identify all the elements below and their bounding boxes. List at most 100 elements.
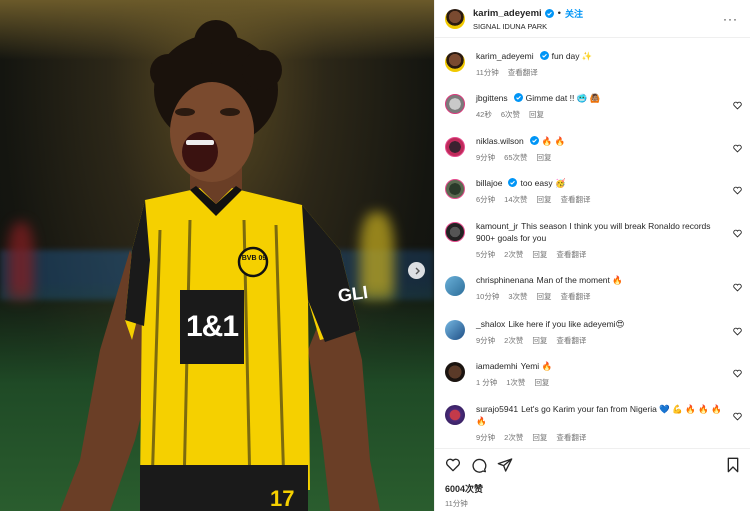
author-username[interactable]: karim_adeyemi — [473, 8, 542, 19]
caption: karim_adeyemi fun day ✨ 11分钟 查看翻译 — [445, 50, 745, 78]
sleeve-sponsor-text: GLI — [336, 282, 370, 306]
reply-button[interactable]: 回复 — [537, 152, 552, 163]
comment-username[interactable]: niklas.wilson — [476, 136, 524, 146]
comment-text: 🔥 🔥 — [541, 136, 566, 146]
comment-time[interactable]: 42秒 — [476, 109, 492, 120]
comment-username[interactable]: billajoe — [476, 178, 502, 188]
comment-likes[interactable]: 2次赞 — [504, 335, 523, 346]
comment-item: jbgittens Gimme dat !! 🥶 🙆🏽 42秒 6次赞 回复 — [445, 92, 745, 120]
commenter-avatar[interactable] — [445, 179, 465, 199]
post-time[interactable]: 11分钟 — [445, 498, 741, 509]
comment-time[interactable]: 9分钟 — [476, 432, 495, 443]
post-header: karim_adeyemi • 关注 SIGNAL IDUNA PARK ··· — [435, 0, 750, 38]
commenter-avatar[interactable] — [445, 276, 465, 296]
comment-likes[interactable]: 3次赞 — [508, 291, 527, 302]
comment-text: Gimme dat !! 🥶 🙆🏽 — [525, 93, 601, 103]
instagram-post-view: 1&1 BVB 09 GLI 17 karim_adeyemi • 关注 SIG… — [0, 0, 750, 511]
see-translation-link[interactable]: 查看翻译 — [561, 194, 591, 205]
commenter-avatar[interactable] — [445, 94, 465, 114]
comment-time[interactable]: 9分钟 — [476, 152, 495, 163]
commenter-avatar[interactable] — [445, 405, 465, 425]
comment-time[interactable]: 5分钟 — [476, 249, 495, 260]
see-translation-link[interactable]: 查看翻译 — [561, 291, 591, 302]
comment-username[interactable]: jbgittens — [476, 93, 508, 103]
reply-button[interactable]: 回复 — [529, 109, 544, 120]
comment-likes[interactable]: 1次赞 — [506, 377, 525, 388]
see-translation-link[interactable]: 查看翻译 — [508, 67, 538, 78]
caption-text: fun day ✨ — [551, 51, 593, 61]
like-comment-heart-icon[interactable] — [733, 186, 742, 195]
comment-text: Man of the moment 🔥 — [536, 275, 623, 285]
comments-list[interactable]: karim_adeyemi fun day ✨ 11分钟 查看翻译 jbgitte… — [435, 38, 750, 448]
comment-item: surajo5941 Let's go Karim your fan from N… — [445, 403, 745, 443]
post-likes-count[interactable]: 6004次赞 — [445, 482, 741, 495]
comment-likes[interactable]: 14次赞 — [504, 194, 527, 205]
comment-likes[interactable]: 6次赞 — [501, 109, 520, 120]
comment-item: chrisphinenana Man of the moment 🔥 10分钟 3… — [445, 274, 745, 302]
comment-time[interactable]: 1 分钟 — [476, 377, 497, 388]
author-avatar[interactable] — [445, 52, 465, 72]
comment-time[interactable]: 6分钟 — [476, 194, 495, 205]
like-comment-heart-icon[interactable] — [733, 327, 742, 336]
commenter-avatar[interactable] — [445, 137, 465, 157]
comment-username[interactable]: kamount_jr — [476, 221, 518, 231]
reply-button[interactable]: 回复 — [534, 377, 549, 388]
follow-button[interactable]: 关注 — [565, 7, 583, 20]
author-avatar[interactable] — [445, 8, 465, 29]
post-location[interactable]: SIGNAL IDUNA PARK — [473, 22, 721, 31]
like-comment-heart-icon[interactable] — [733, 412, 742, 421]
comment-likes[interactable]: 2次赞 — [504, 432, 523, 443]
commenter-avatar[interactable] — [445, 222, 465, 242]
comment-likes[interactable]: 2次赞 — [504, 249, 523, 260]
comment-username[interactable]: _shalox — [476, 319, 505, 329]
separator-dot: • — [557, 7, 561, 19]
comment-time[interactable]: 10分钟 — [476, 291, 499, 302]
post-actions: 6004次赞 11分钟 — [435, 448, 750, 511]
like-comment-heart-icon[interactable] — [733, 369, 742, 378]
comment-text: too easy 🥳 — [520, 178, 566, 188]
like-comment-heart-icon[interactable] — [733, 101, 742, 110]
club-badge-text: BVB 09 — [241, 255, 267, 262]
comment-username[interactable]: iamademhi — [476, 361, 518, 371]
verified-badge-icon — [513, 93, 523, 102]
comment-item: _shalox Like here if you like adeyemi😍 9分… — [445, 318, 745, 346]
reply-button[interactable]: 回复 — [537, 291, 552, 302]
caption-time[interactable]: 11分钟 — [476, 67, 499, 78]
caption-username[interactable]: karim_adeyemi — [476, 51, 534, 61]
like-comment-heart-icon[interactable] — [733, 229, 742, 238]
comment-bubble-icon[interactable] — [471, 457, 487, 473]
reply-button[interactable]: 回复 — [532, 335, 547, 346]
like-comment-heart-icon[interactable] — [733, 283, 742, 292]
comment-item: iamademhi Yemi 🔥 1 分钟 1次赞 回复 — [445, 360, 745, 388]
comment-item: billajoe too easy 🥳 6分钟 14次赞 回复 查看翻译 — [445, 177, 745, 205]
verified-badge-icon — [529, 136, 539, 145]
comment-item: niklas.wilson 🔥 🔥 9分钟 65次赞 回复 — [445, 135, 745, 163]
jersey-number-text: 17 — [270, 486, 295, 511]
commenter-avatar[interactable] — [445, 362, 465, 382]
see-translation-link[interactable]: 查看翻译 — [556, 335, 586, 346]
comment-text: Yemi 🔥 — [520, 361, 553, 371]
next-photo-button[interactable] — [408, 262, 425, 279]
bookmark-save-icon[interactable] — [725, 457, 741, 473]
comment-username[interactable]: chrisphinenana — [476, 275, 534, 285]
verified-badge-icon — [508, 178, 518, 187]
see-translation-link[interactable]: 查看翻译 — [556, 249, 586, 260]
more-options-icon[interactable]: ··· — [721, 12, 740, 26]
share-paper-plane-icon[interactable] — [497, 457, 513, 473]
chevron-right-icon — [415, 267, 420, 274]
post-photo[interactable]: 1&1 BVB 09 GLI 17 — [0, 0, 434, 511]
reply-button[interactable]: 回复 — [537, 194, 552, 205]
comment-time[interactable]: 9分钟 — [476, 335, 495, 346]
player-illustration — [60, 20, 380, 511]
post-side-panel: karim_adeyemi • 关注 SIGNAL IDUNA PARK ···… — [434, 0, 750, 511]
reply-button[interactable]: 回复 — [532, 432, 547, 443]
comment-username[interactable]: surajo5941 — [476, 404, 518, 414]
verified-badge-icon — [539, 51, 549, 60]
see-translation-link[interactable]: 查看翻译 — [556, 432, 586, 443]
reply-button[interactable]: 回复 — [532, 249, 547, 260]
commenter-avatar[interactable] — [445, 320, 465, 340]
like-comment-heart-icon[interactable] — [733, 144, 742, 153]
comment-item: kamount_jr This season I think you will b… — [445, 220, 745, 260]
like-heart-icon[interactable] — [445, 457, 461, 473]
comment-likes[interactable]: 65次赞 — [504, 152, 527, 163]
